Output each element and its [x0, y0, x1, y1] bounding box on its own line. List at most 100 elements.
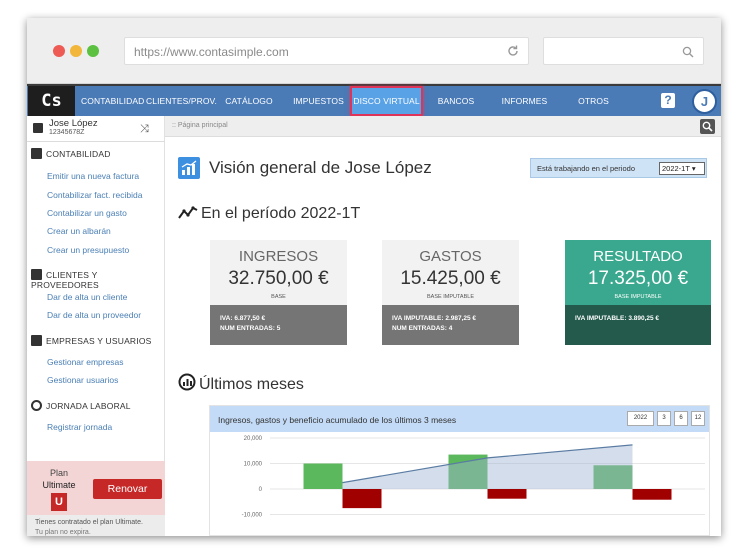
plan-note-text: Tienes contratado el plan Ultimate. [35, 519, 143, 526]
result-details: IVA IMPUTABLE: 3.890,25 € [565, 305, 711, 345]
user-selector[interactable]: Jose López 12345678Z ⤨ [27, 116, 165, 142]
nav-disco-virtual[interactable]: DISCO VIRTUAL [350, 86, 423, 116]
plan-label: Plan [49, 468, 68, 478]
result-amount: 17.325,00 € [587, 268, 689, 289]
income-entries-label: NUM ENTRADAS: [220, 325, 275, 332]
period-heading: En el período 2022-1T [178, 205, 360, 223]
y-tick-label: 20,000 [244, 436, 263, 442]
plan-panel: Plan Ultimate U Renovar [27, 461, 165, 515]
maximize-window-button[interactable] [87, 45, 99, 57]
user-id: 12345678Z [49, 129, 85, 136]
result-label: RESULTADO [593, 248, 683, 265]
main-content: Visión general de Jose López Está trabaj… [165, 137, 721, 536]
chart-icon [178, 157, 200, 179]
result-vat-label: IVA IMPUTABLE: [575, 315, 627, 322]
nav-informes[interactable]: INFORMES [499, 86, 550, 116]
range-6-button[interactable]: 6 [674, 411, 688, 426]
nav-impuestos[interactable]: IMPUESTOS [291, 86, 346, 116]
months-heading-text: Últimos meses [199, 376, 304, 393]
expense-vat-value: 2.987,25 € [445, 315, 477, 322]
income-vat-label: IVA: [220, 315, 233, 322]
link-crear-presupuesto[interactable]: Crear un presupuesto [47, 245, 129, 255]
nav-clientes-prov[interactable]: CLIENTES/PROV. [146, 86, 217, 116]
expense-entries-value: 4 [448, 325, 453, 332]
expense-bar [632, 489, 672, 500]
user-avatar[interactable]: J [692, 89, 717, 114]
gauge-icon [178, 373, 196, 391]
income-details: IVA: 6.877,50 € NUM ENTRADAS: 5 [210, 305, 347, 345]
plan-name: Ultimate [42, 480, 76, 490]
income-card: INGRESOS 32.750,00 € BASE IVA: 6.877,50 … [210, 240, 347, 345]
page-title: Visión general de Jose López [209, 158, 432, 177]
chart-title: Ingresos, gastos y beneficio acumulado d… [218, 415, 457, 425]
expense-entries-line: NUM ENTRADAS: 4 [392, 325, 452, 332]
reload-icon[interactable] [506, 44, 520, 58]
range-12-button[interactable]: 12 [691, 411, 705, 426]
income-vat-value: 6.877,50 € [234, 315, 266, 322]
nav-otros[interactable]: OTROS [573, 86, 614, 116]
year-button[interactable]: 2022 [627, 411, 654, 426]
expense-label: GASTOS [419, 248, 482, 265]
chart-header: Ingresos, gastos y beneficio acumulado d… [210, 406, 709, 432]
section-jornada: JORNADA LABORAL [31, 400, 131, 411]
result-area [342, 444, 633, 489]
plan-note-text-2: Tu plan no expira. [35, 529, 91, 536]
chart-panel: Ingresos, gastos y beneficio acumulado d… [209, 405, 710, 536]
link-alta-cliente[interactable]: Dar de alta un cliente [47, 292, 127, 302]
expense-sub: BASE IMPUTABLE [427, 294, 474, 300]
section-title: CONTABILIDAD [46, 149, 111, 159]
section-clientes: CLIENTES Y PROVEEDORES [31, 269, 164, 290]
expense-bar [487, 489, 527, 499]
browser-window: https://www.contasimple.com Cs CONTABILI… [27, 18, 721, 536]
income-bar [303, 463, 343, 489]
switch-user-icon[interactable]: ⤨ [140, 123, 149, 136]
sidebar: Jose López 12345678Z ⤨ CONTABILIDAD Emit… [27, 116, 165, 536]
expense-entries-label: NUM ENTRADAS: [392, 325, 447, 332]
expense-details: IVA IMPUTABLE: 2.987,25 € NUM ENTRADAS: … [382, 305, 519, 345]
nav-catalogo[interactable]: CATÁLOGO [223, 86, 275, 116]
section-contabilidad: CONTABILIDAD [31, 148, 111, 159]
y-tick-label: 10,000 [244, 462, 263, 468]
result-vat-value: 3.890,25 € [628, 315, 660, 322]
nav-contabilidad[interactable]: CONTABILIDAD [81, 86, 144, 116]
breadcrumb[interactable]: :: Página principal [172, 122, 228, 129]
app-logo[interactable]: Cs [28, 86, 75, 116]
range-3-button[interactable]: 3 [657, 411, 671, 426]
trend-icon [178, 206, 198, 219]
close-window-button[interactable] [53, 45, 65, 57]
expense-vat-line: IVA IMPUTABLE: 2.987,25 € [392, 315, 476, 322]
browser-chrome: https://www.contasimple.com [27, 18, 721, 84]
chart-plot: 20,000 10,000 0 -10,000 [242, 436, 705, 519]
link-alta-proveedor[interactable]: Dar de alta un proveedor [47, 310, 141, 320]
link-emitir-factura[interactable]: Emitir una nueva factura [47, 171, 139, 181]
top-nav: Cs CONTABILIDAD CLIENTES/PROV. CATÁLOGO … [27, 86, 721, 116]
help-icon[interactable]: ? [661, 93, 675, 108]
search-button[interactable] [700, 119, 715, 134]
plan-badge: U [51, 493, 67, 511]
income-entries-line: NUM ENTRADAS: 5 [220, 325, 280, 332]
section-empresas: EMPRESAS Y USUARIOS [31, 335, 152, 346]
browser-search-field[interactable] [543, 37, 704, 65]
address-bar[interactable]: https://www.contasimple.com [124, 37, 529, 65]
result-sub: BASE IMPUTABLE [614, 294, 662, 300]
link-crear-albaran[interactable]: Crear un albarán [47, 226, 111, 236]
nav-bancos[interactable]: BANCOS [431, 86, 481, 116]
link-contabilizar-gasto[interactable]: Contabilizar un gasto [47, 208, 127, 218]
minimize-window-button[interactable] [70, 45, 82, 57]
link-gestionar-empresas[interactable]: Gestionar empresas [47, 357, 124, 367]
period-value: 2022-1T [662, 164, 690, 173]
income-label: INGRESOS [238, 248, 319, 265]
y-tick-label: 0 [259, 487, 263, 493]
y-tick-label: -10,000 [242, 513, 263, 519]
period-select[interactable]: 2022-1T ▾ [659, 162, 705, 175]
period-label: Está trabajando en el periodo [537, 164, 635, 173]
renew-button[interactable]: Renovar [93, 479, 162, 499]
link-registrar-jornada[interactable]: Registrar jornada [47, 422, 112, 432]
breadcrumb-bar: :: Página principal [165, 116, 721, 137]
contacts-icon [31, 269, 42, 280]
link-gestionar-usuarios[interactable]: Gestionar usuarios [47, 375, 118, 385]
address-url: https://www.contasimple.com [134, 45, 289, 59]
income-amount: 32.750,00 € [228, 268, 329, 289]
result-card: RESULTADO 17.325,00 € BASE IMPUTABLE IVA… [565, 240, 711, 345]
link-contabilizar-recibida[interactable]: Contabilizar fact. recibida [47, 190, 142, 200]
